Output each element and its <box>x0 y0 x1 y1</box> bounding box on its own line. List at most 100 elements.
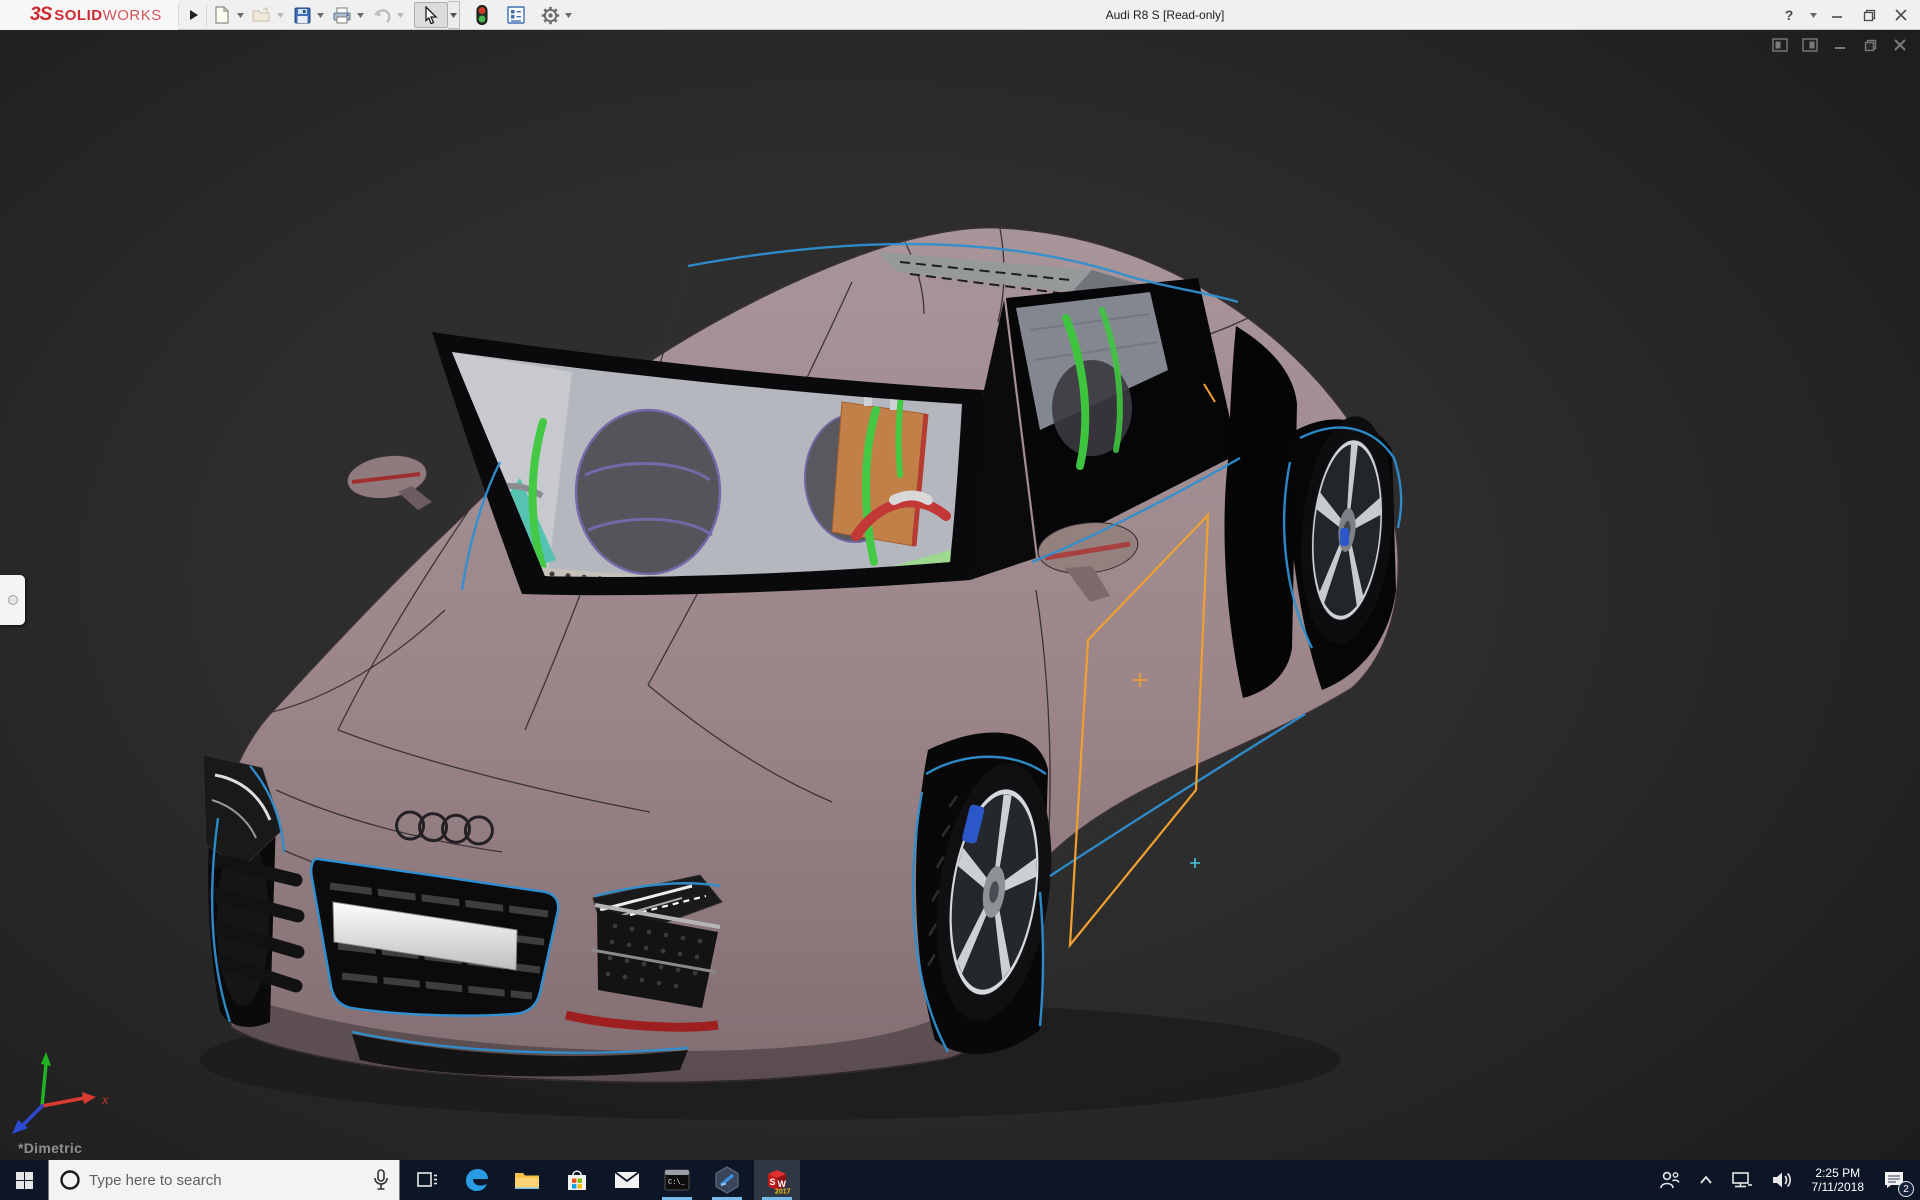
document-restore-button[interactable] <box>1860 36 1880 54</box>
right-triangle-icon <box>190 10 198 20</box>
restore-icon <box>1864 39 1876 51</box>
help-button[interactable]: ? <box>1776 3 1802 27</box>
print-dropdown-caret[interactable] <box>354 2 366 28</box>
search-input[interactable] <box>81 1171 373 1189</box>
system-tray: 2:25 PM 7/11/2018 2 <box>1652 1160 1920 1200</box>
tray-time: 2:25 PM <box>1815 1166 1861 1180</box>
taskbar-search-box[interactable] <box>48 1160 400 1200</box>
interior-panel <box>831 401 927 547</box>
options-gear-icon <box>541 6 559 24</box>
seat-left <box>574 408 722 576</box>
taskbar-item-solidworks-2017[interactable]: S W 2017 <box>754 1160 800 1200</box>
new-document-button[interactable] <box>210 2 234 28</box>
task-view-icon <box>417 1172 437 1187</box>
taskbar-item-file-explorer[interactable] <box>504 1160 550 1200</box>
restore-icon <box>1863 9 1875 21</box>
rear-brake-caliper <box>1340 528 1349 546</box>
microphone-icon[interactable] <box>373 1169 389 1191</box>
logo-solid-text: SOLID <box>54 6 103 24</box>
orientation-triad: x <box>12 1052 109 1134</box>
close-icon <box>1895 9 1907 21</box>
left-mirror <box>346 454 432 510</box>
command-prompt-icon: C:\_ <box>664 1169 690 1191</box>
select-dropdown-caret[interactable] <box>448 1 460 29</box>
close-icon <box>1894 39 1906 51</box>
people-icon <box>1659 1171 1680 1189</box>
taskbar-item-task-view[interactable] <box>404 1160 450 1200</box>
select-tool-button[interactable] <box>414 2 448 28</box>
start-button[interactable] <box>0 1160 48 1200</box>
open-document-button[interactable] <box>250 2 274 28</box>
undo-button[interactable] <box>370 2 394 28</box>
document-window-button[interactable] <box>1770 36 1790 54</box>
svg-text:C:\_: C:\_ <box>668 1179 686 1187</box>
undo-icon <box>373 8 391 23</box>
graphics-viewport[interactable]: x *Dimetric <box>0 30 1920 1160</box>
save-floppy-icon <box>294 7 310 23</box>
chevron-down-icon <box>236 12 244 18</box>
save-dropdown-caret[interactable] <box>314 2 326 28</box>
dassault-3s-glyph: 3S <box>30 4 52 25</box>
car-model[interactable] <box>202 227 1403 1084</box>
taskbar-item-store[interactable] <box>554 1160 600 1200</box>
network-button[interactable] <box>1724 1160 1760 1200</box>
mail-icon <box>614 1171 640 1188</box>
taskbar-item-command-prompt[interactable]: C:\_ <box>654 1160 700 1200</box>
taskbar-item-edge[interactable] <box>454 1160 500 1200</box>
options-button[interactable] <box>538 2 562 28</box>
print-button[interactable] <box>330 2 354 28</box>
new-dropdown-caret[interactable] <box>234 2 246 28</box>
document-window-button[interactable] <box>1800 36 1820 54</box>
file-properties-icon <box>507 6 525 24</box>
chevron-down-icon <box>450 12 457 18</box>
chevron-down-icon <box>316 12 324 18</box>
open-dropdown-caret[interactable] <box>274 2 286 28</box>
document-window-icon <box>1802 38 1818 52</box>
panel-tab-handle-icon <box>7 595 18 605</box>
help-dropdown-caret[interactable] <box>1808 3 1818 27</box>
separator <box>206 4 207 26</box>
collapsed-panel-tab[interactable] <box>0 575 25 625</box>
undo-dropdown-caret[interactable] <box>394 2 406 28</box>
action-center-button[interactable]: 2 <box>1876 1160 1914 1200</box>
minimize-icon <box>1835 47 1845 49</box>
options-dropdown-caret[interactable] <box>562 2 574 28</box>
tray-date: 7/11/2018 <box>1811 1180 1865 1194</box>
document-close-button[interactable] <box>1890 36 1910 54</box>
taskbar-clock[interactable]: 2:25 PM 7/11/2018 <box>1804 1166 1873 1194</box>
people-button[interactable] <box>1652 1160 1688 1200</box>
minimize-icon <box>1832 16 1842 18</box>
restore-button[interactable] <box>1856 3 1882 27</box>
rebuild-button[interactable] <box>470 2 494 28</box>
edge-icon <box>466 1169 488 1191</box>
titlebar: 3S SOLID WORKS Audi R8 S [Read-only] ? <box>0 0 1920 30</box>
network-icon <box>1731 1172 1752 1188</box>
taskbar-item-mail[interactable] <box>604 1160 650 1200</box>
chevron-down-icon <box>564 12 572 18</box>
close-button[interactable] <box>1888 3 1914 27</box>
show-hidden-icons-button[interactable] <box>1692 1160 1720 1200</box>
model-canvas[interactable] <box>0 30 1920 1160</box>
chevron-down-icon <box>276 12 284 18</box>
cortana-icon <box>60 1170 80 1190</box>
rebuild-traffic-light-icon <box>476 5 488 25</box>
new-document-icon <box>215 6 229 24</box>
volume-button[interactable] <box>1764 1160 1800 1200</box>
svg-text:S: S <box>770 1177 776 1187</box>
taskbar-item-hexagon-app[interactable] <box>704 1160 750 1200</box>
reference-point-marker <box>1190 858 1200 868</box>
file-explorer-icon <box>515 1173 539 1189</box>
menu-flyout-arrow[interactable] <box>183 3 205 27</box>
logo-works-text: WORKS <box>102 6 162 24</box>
file-properties-button[interactable] <box>504 2 528 28</box>
save-button[interactable] <box>290 2 314 28</box>
document-minimize-button[interactable] <box>1830 36 1850 54</box>
chevron-up-icon <box>1699 1175 1712 1184</box>
window-title: Audi R8 S [Read-only] <box>1105 8 1225 22</box>
separator <box>178 4 179 26</box>
store-icon <box>568 1170 586 1190</box>
minimize-button[interactable] <box>1824 3 1850 27</box>
chevron-down-icon <box>396 12 404 18</box>
speaker-icon <box>1772 1172 1791 1188</box>
select-cursor-icon <box>425 6 438 24</box>
